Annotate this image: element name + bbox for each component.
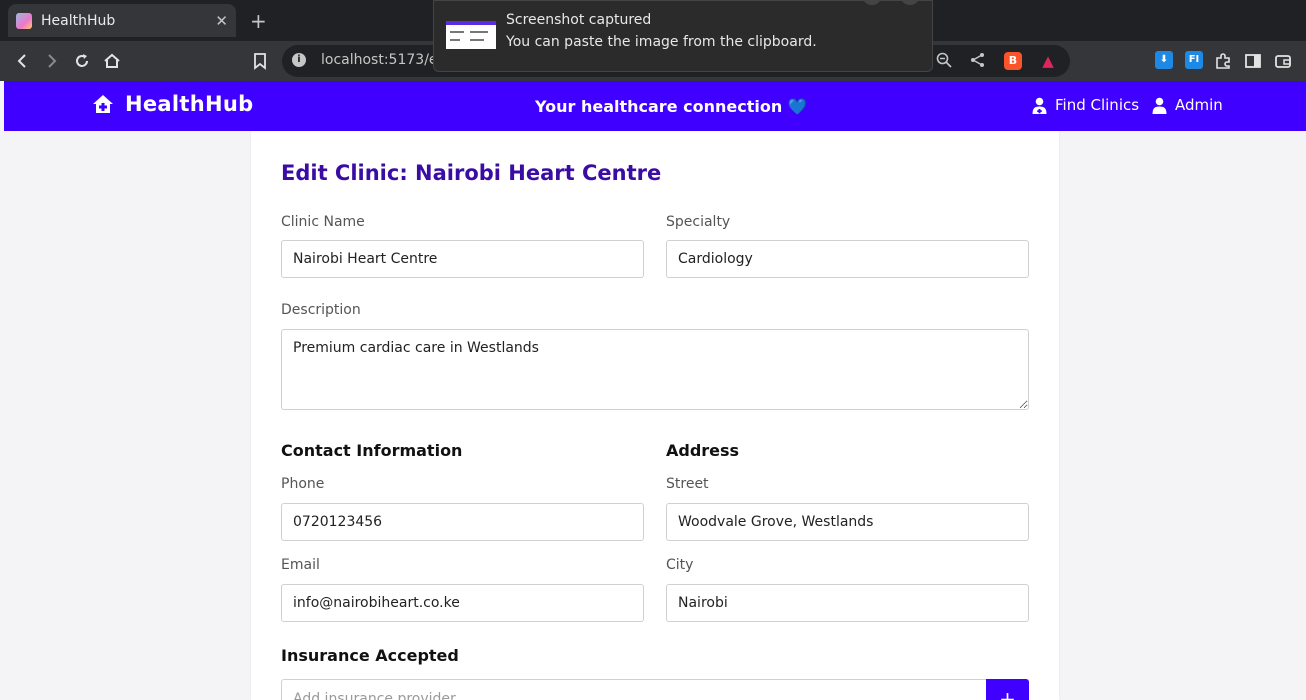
notification-close-icon[interactable] (900, 0, 920, 5)
page-title: Edit Clinic: Nairobi Heart Centre (281, 161, 662, 185)
email-label: Email (281, 557, 320, 573)
tab-title: HealthHub (41, 12, 116, 29)
contact-info-heading: Contact Information (281, 441, 463, 460)
new-tab-button[interactable]: + (250, 9, 267, 33)
home-medical-icon (93, 95, 113, 113)
clinic-name-label: Clinic Name (281, 214, 365, 230)
nav-find-clinics[interactable]: Find Clinics (1032, 96, 1139, 114)
zoom-icon[interactable] (934, 51, 954, 71)
forward-icon[interactable] (42, 51, 62, 71)
screenshot-thumbnail (446, 21, 496, 49)
user-medical-icon (1032, 97, 1047, 114)
browser-tab[interactable]: HealthHub ✕ (8, 4, 236, 37)
wallet-icon[interactable] (1273, 51, 1293, 71)
screenshot-notification: Screenshot captured You can paste the im… (433, 0, 933, 72)
url-text: localhost:5173/ed (321, 52, 447, 68)
blue-heart-icon: 💙 (787, 97, 808, 116)
user-icon (1152, 97, 1167, 114)
share-icon[interactable] (968, 51, 988, 71)
close-tab-icon[interactable]: ✕ (215, 12, 228, 30)
brand-name: HealthHub (125, 92, 254, 116)
nav-admin-label: Admin (1175, 96, 1223, 114)
city-label: City (666, 557, 694, 573)
home-icon[interactable] (102, 51, 122, 71)
city-input[interactable] (666, 584, 1029, 622)
phone-input[interactable] (281, 503, 644, 541)
add-insurance-button[interactable]: + (986, 679, 1029, 700)
edit-clinic-form: Edit Clinic: Nairobi Heart Centre Clinic… (251, 131, 1059, 700)
nav-find-clinics-label: Find Clinics (1055, 96, 1140, 114)
favicon-icon (16, 12, 32, 29)
site-info-icon[interactable]: i (292, 53, 306, 67)
phone-label: Phone (281, 476, 325, 492)
tagline-text: Your healthcare connection (535, 97, 783, 116)
email-input[interactable] (281, 584, 644, 622)
insurance-input[interactable] (281, 679, 987, 700)
navbar-tagline: Your healthcare connection 💙 (535, 97, 808, 116)
clinic-name-input[interactable] (281, 240, 644, 278)
extensions-puzzle-icon[interactable] (1213, 51, 1233, 71)
sidebar-icon[interactable] (1243, 51, 1263, 71)
fi-extension-icon[interactable]: FI (1185, 51, 1203, 69)
specialty-input[interactable] (666, 240, 1029, 278)
street-label: Street (666, 476, 709, 492)
brave-rewards-icon[interactable]: ▲ (1038, 51, 1058, 71)
notification-title: Screenshot captured (506, 12, 652, 28)
description-textarea[interactable]: Premium cardiac care in Westlands (281, 329, 1029, 410)
specialty-label: Specialty (666, 214, 731, 230)
notification-body: You can paste the image from the clipboa… (506, 34, 817, 50)
download-extension-icon[interactable]: ⬇ (1155, 51, 1173, 69)
address-heading: Address (666, 441, 740, 460)
app-navbar: HealthHub Your healthcare connection 💙 F… (4, 81, 1306, 131)
reload-icon[interactable] (72, 51, 92, 71)
notification-menu-icon[interactable] (862, 0, 882, 5)
street-input[interactable] (666, 503, 1029, 541)
insurance-heading: Insurance Accepted (281, 646, 459, 665)
brave-shields-icon[interactable]: B (1004, 52, 1022, 70)
nav-admin[interactable]: Admin (1152, 96, 1223, 114)
description-label: Description (281, 302, 361, 318)
back-icon[interactable] (12, 51, 32, 71)
bookmark-icon[interactable] (250, 51, 270, 71)
brand-link[interactable]: HealthHub (92, 92, 253, 116)
